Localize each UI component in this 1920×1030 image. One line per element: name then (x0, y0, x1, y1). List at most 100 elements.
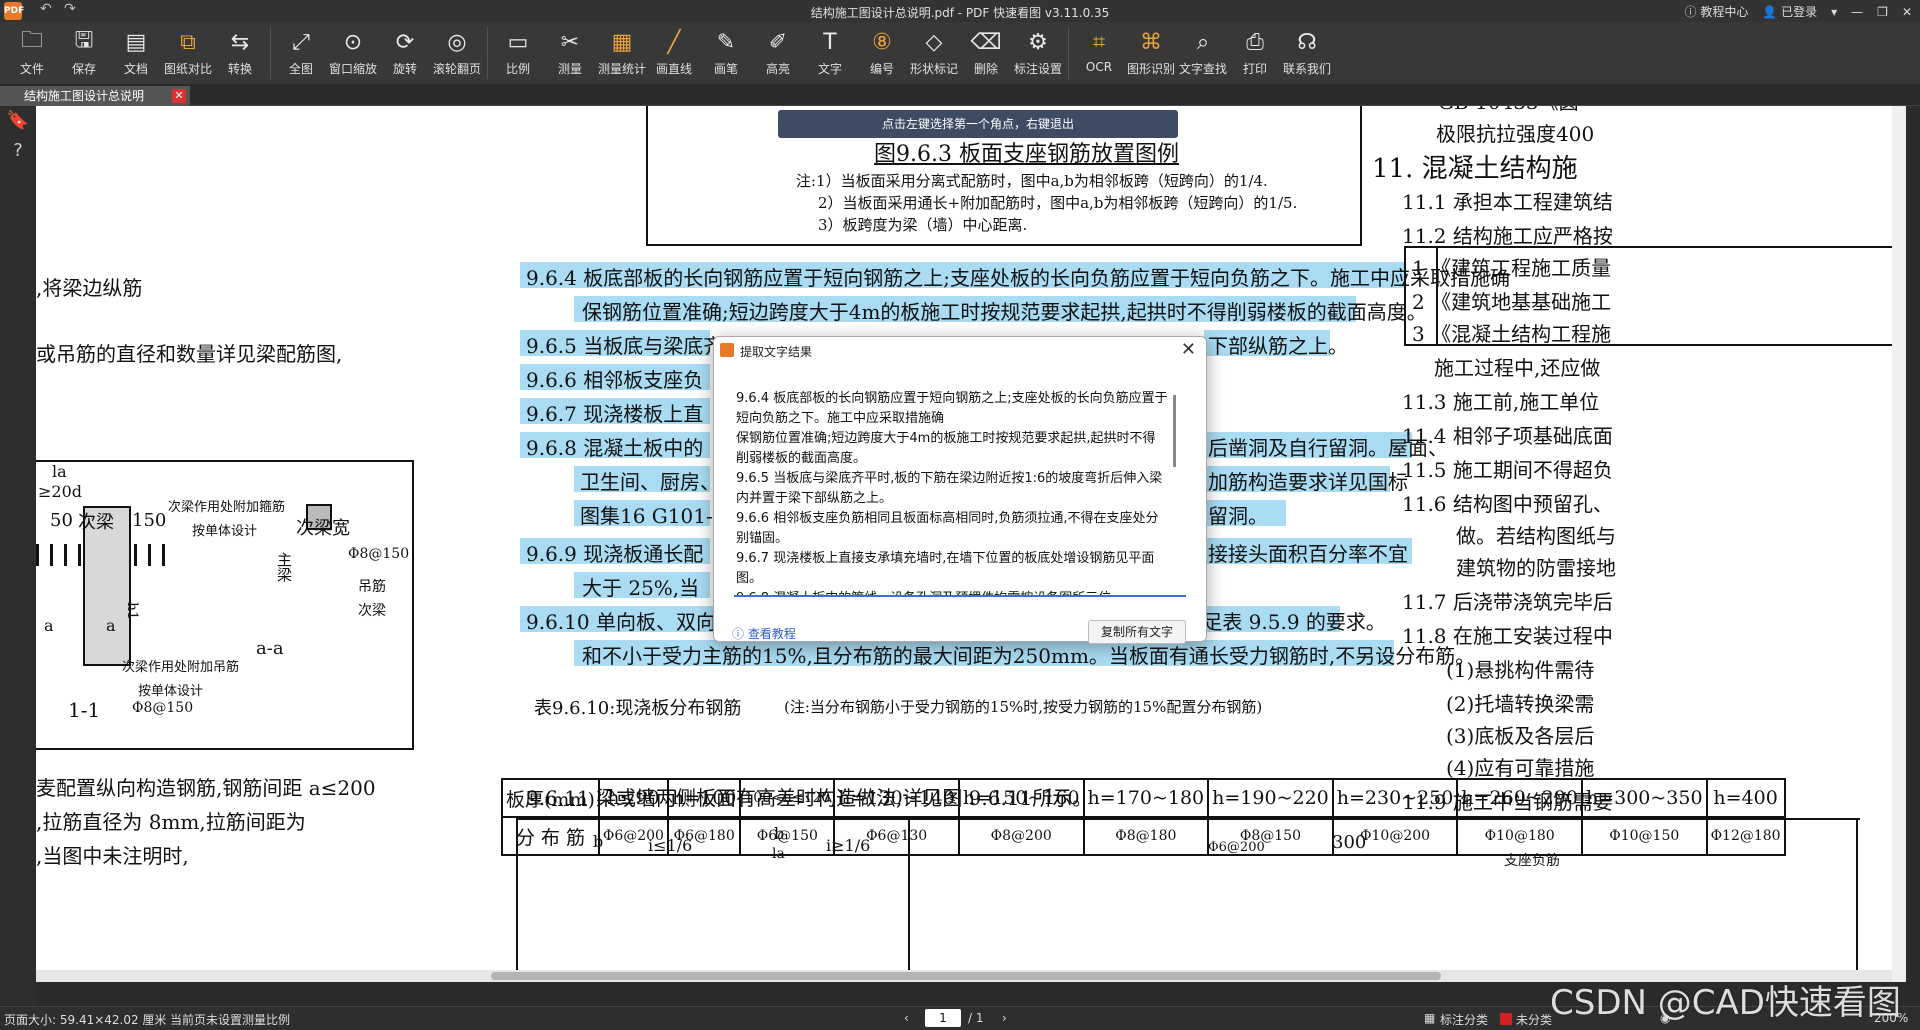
toolbar-separator (487, 27, 488, 79)
text-icon: T (823, 29, 837, 55)
right-text: (2)托墙转换梁需 (1446, 692, 1595, 716)
toolbar-button-23[interactable]: ⎙ 打印 (1229, 22, 1281, 84)
toolbar-button-6[interactable]: ⊙ 窗口缩放 (327, 22, 379, 84)
toolbar-button-17[interactable]: ◇ 形状标记 (908, 22, 960, 84)
toolbar-button-4[interactable]: ⇆ 转换 (214, 22, 266, 84)
scrollbar-thumb[interactable] (491, 972, 1441, 980)
category-dropdown[interactable]: 未分类 (1516, 1011, 1552, 1028)
figure-border (646, 244, 1362, 246)
folder-icon: 🗀 (20, 28, 43, 53)
figure-border (516, 818, 1860, 820)
toolbar-button-24[interactable]: ☊ 联系我们 (1281, 22, 1333, 84)
table-row: 分 布 筋 Φ6@200 Φ6@180 Φ6@150 Φ6@130 Φ8@200 Φ8@18… (501, 816, 1786, 856)
annotation-class-label[interactable]: 标注分类 (1440, 1011, 1488, 1028)
ocr-line: 9.6.7 现浇楼板上直接支承填充墙时,在墙下位置的板底处增设钢筋见平面图。 (736, 551, 1155, 586)
toolbar-button-5[interactable]: ⤢ 全图 (275, 22, 327, 84)
toolbar-button-19[interactable]: ⚙ 标注设置 (1012, 22, 1064, 84)
toolbar-button-7[interactable]: ⟳ 旋转 (379, 22, 431, 84)
ocr-line: 保钢筋位置准确;短边跨度大于4m的板施工时按规范要求起拱,起拱时不得削弱楼板的截… (736, 431, 1156, 466)
right-heading: 11. 混凝土结构施 (1372, 154, 1578, 184)
login-label: 已登录 (1781, 5, 1818, 19)
left-side-panel: 🔖 ? (0, 106, 36, 1006)
toolbar-button-10[interactable]: ✂ 测量 (544, 22, 596, 84)
page-total: / 1 (968, 1011, 984, 1025)
login-status[interactable]: 👤 已登录 (1762, 3, 1817, 20)
toolbar-label: 保存 (71, 62, 96, 76)
figure-border (1360, 106, 1362, 246)
paragraph-9-6-9-cont: 大于 25%,当 (582, 576, 700, 600)
left-text: ,将梁边纵筋 (36, 276, 143, 300)
fig-label: a (106, 616, 116, 635)
bookmark-icon[interactable]: 🔖 (0, 106, 36, 136)
fig-label: 次梁 (78, 512, 114, 533)
ocr-icon: ⌗ (1092, 29, 1106, 55)
toolbar-button-14[interactable]: ✐ 高亮 (752, 22, 804, 84)
toolbar-button-18[interactable]: ⌫ 删除 (960, 22, 1012, 84)
right-text: (4)应有可靠措施 (1446, 756, 1595, 780)
right-text: 11.6 结构图中预留孔、 (1402, 492, 1613, 516)
toolbar-button-9[interactable]: ▭ 比例 (492, 22, 544, 84)
toolbar-button-11[interactable]: ▦ 测量统计 (596, 22, 648, 84)
pen-icon: ✎ (716, 29, 736, 55)
toolbar-button-12[interactable]: ╱ 画直线 (648, 22, 700, 84)
convert-icon: ⇆ (230, 29, 250, 55)
prev-page-icon[interactable]: ‹ (904, 1011, 909, 1025)
close-icon[interactable]: ✕ (1181, 339, 1196, 360)
paragraph-9-6-6: 9.6.6 相邻板支座负 (526, 368, 704, 392)
annotation-class-icon[interactable]: ▦ (1424, 1011, 1435, 1025)
toolbar-button-16[interactable]: ⑧ 编号 (856, 22, 908, 84)
maximize-button[interactable]: ❐ (1877, 5, 1888, 19)
ocr-text-area[interactable]: 9.6.4 板底部板的长向钢筋应置于短向钢筋之上;支座处板的长向负筋应置于短向负… (734, 387, 1186, 597)
toolbar-button-22[interactable]: ⌕ 文字查找 (1177, 22, 1229, 84)
table-border (1404, 246, 1406, 346)
toolbar-button-21[interactable]: ⌘ 图形识别 (1125, 22, 1177, 84)
save-icon: 🖫 (74, 28, 94, 53)
vertical-scrollbar[interactable] (1892, 106, 1906, 982)
toolbar-label: 画直线 (655, 62, 692, 76)
fig-label: a-a (256, 638, 284, 659)
close-window-button[interactable]: ✕ (1902, 5, 1912, 19)
figure-note: 注:1）当板面采用分离式配筋时，图中a,b为相邻板跨（短跨向）的1/4. (796, 172, 1268, 190)
page-number-input[interactable]: 1 (925, 1009, 961, 1027)
minimize-button[interactable]: — (1851, 5, 1863, 19)
toolbar-button-20[interactable]: ⌗ OCR (1073, 22, 1125, 84)
paragraph-9-6-9-end: 接接头面积百分率不宜 (1208, 542, 1408, 566)
copy-all-button[interactable]: 复制所有文字 (1088, 620, 1186, 644)
fig-label: 次梁作用处附加箍筋 (168, 500, 286, 515)
dropdown-icon[interactable]: ▾ (1831, 5, 1837, 19)
toolbar-button-0[interactable]: 🗀 文件 (6, 22, 58, 84)
toolbar-button-15[interactable]: T 文字 (804, 22, 856, 84)
watermark-text: CSDN @CAD快速看图 (1550, 983, 1901, 1023)
toolbar-button-1[interactable]: 🖫 保存 (58, 22, 110, 84)
eraser-icon: ⌫ (970, 29, 1002, 55)
toolbar-button-3[interactable]: ⧉ 图纸对比 (162, 22, 214, 84)
measure-icon: ✂ (560, 29, 580, 55)
shape-recognize-icon: ⌘ (1140, 29, 1162, 55)
figure-border (908, 818, 910, 982)
toolbar-button-8[interactable]: ◎ 滚轮翻页 (431, 22, 483, 84)
help-center-link[interactable]: ⓘ 教程中心 (1685, 3, 1749, 20)
tutorial-link[interactable]: ⓘ 查看教程 (732, 625, 796, 642)
printer-icon: ⎙ (1246, 29, 1264, 55)
mouse-wheel-icon: ◎ (447, 29, 467, 55)
close-tab-icon[interactable]: ✕ (172, 89, 186, 103)
toolbar-label: 图纸对比 (163, 62, 212, 76)
headset-icon: ☊ (1297, 29, 1317, 55)
toolbar-button-13[interactable]: ✎ 画笔 (700, 22, 752, 84)
text-scrollbar[interactable] (1173, 395, 1176, 467)
fig-label: Φ8@150 (348, 546, 410, 562)
right-text: 施工过程中,还应做 (1434, 356, 1601, 380)
highlight-icon: ✐ (768, 29, 788, 55)
figure-note: 3）板跨度为梁（墙）中心距离. (818, 216, 1028, 234)
tab-document[interactable]: 结构施工图设计总说明 ✕ (0, 86, 190, 106)
table-cell: Φ8@200 (957, 816, 1085, 856)
toolbar-button-2[interactable]: ▤ 文档 (110, 22, 162, 84)
next-page-icon[interactable]: › (1002, 1011, 1007, 1025)
fig-label: b (774, 824, 785, 843)
scale-status-text: 当前页未设置测量比例 (170, 1013, 291, 1027)
paragraph-9-6-8-cont2-end: 留洞。 (1208, 504, 1268, 528)
help-icon[interactable]: ? (0, 136, 36, 166)
paragraph-9-6-4: 9.6.4 板底部板的长向钢筋应置于短向钢筋之上;支座处板的长向负筋应置于短向负… (526, 266, 1510, 290)
fig-label: 主梁 (275, 552, 293, 582)
fig-label: 300 (1332, 832, 1367, 853)
